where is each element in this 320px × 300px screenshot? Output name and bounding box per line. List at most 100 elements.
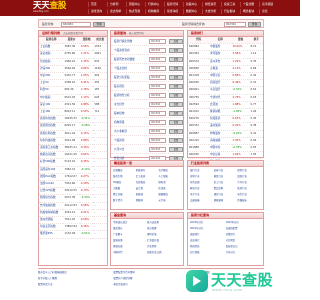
- link-item[interactable]: 数字货币: [113, 198, 136, 204]
- table-row[interactable]: 600887 伊利股份 -0.22% 0.41: [188, 130, 263, 138]
- index-name-link[interactable]: 新加坡海峡指数: [39, 209, 64, 218]
- table-cell[interactable]: 601888: [188, 144, 209, 153]
- link-item[interactable]: 传媒娱乐: [237, 198, 261, 204]
- table-row[interactable]: 601888 中国中免 -0.78% 0.83: [188, 144, 263, 153]
- index-name-link[interactable]: 科创50: [39, 86, 64, 95]
- search-button[interactable]: 查询: [93, 21, 105, 27]
- query-input[interactable]: 002304: [149, 57, 166, 62]
- quote-search-input[interactable]: 002304: [224, 21, 246, 27]
- table-cell[interactable]: 300750: [188, 94, 209, 102]
- query-input[interactable]: 002304: [149, 129, 166, 134]
- index-name-link[interactable]: 中证500: [39, 72, 64, 81]
- index-name-link[interactable]: 台湾加权指数: [39, 202, 64, 210]
- nav-item[interactable]: 热点专题: [126, 9, 145, 14]
- index-name-link[interactable]: 沪深300: [39, 65, 64, 74]
- query-input[interactable]: 002304: [149, 120, 166, 125]
- site-logo[interactable]: 天天查股 www.ttcg.com: [33, 2, 79, 14]
- nav-item[interactable]: 分析师: [107, 2, 126, 7]
- query-button[interactable]: 查看: [169, 84, 183, 89]
- nav-item[interactable]: 龙虎榜单: [107, 9, 126, 14]
- nav-item[interactable]: 数据中心: [183, 9, 202, 14]
- table-row[interactable]: 印度孟买指数 73852.94 0.36% -: [39, 223, 107, 232]
- table-row[interactable]: 纳斯达克指数 16011.25 0.62% -: [39, 151, 107, 160]
- table-cell[interactable]: 000333: [188, 122, 209, 131]
- stock-name-link[interactable]: 贵州茅台: [209, 58, 232, 66]
- query-button[interactable]: 查看: [169, 138, 183, 143]
- table-row[interactable]: 恒生科技指数 3912.08 0.88% -: [39, 137, 107, 146]
- query-input[interactable]: 002304: [149, 102, 166, 107]
- table-row[interactable]: 俄罗斯RTS 1132.48 -0.51% -: [39, 230, 107, 239]
- nav-item[interactable]: 股票行情: [164, 2, 183, 7]
- table-row[interactable]: 台湾加权指数 20112.63 0.58% -: [39, 202, 107, 210]
- link-item[interactable]: 建筑建材: [214, 198, 238, 204]
- stock-name-link[interactable]: 平安银行: [209, 86, 232, 95]
- stock-name-link[interactable]: 隆基绿能: [209, 108, 232, 117]
- query-input[interactable]: 002304: [149, 147, 166, 152]
- index-name-link[interactable]: 澳洲普通股: [39, 216, 64, 225]
- table-cell[interactable]: 002304: [188, 50, 209, 59]
- table-cell[interactable]: 600276: [188, 115, 209, 124]
- index-name-link[interactable]: 深证成指: [39, 50, 64, 59]
- nav-item[interactable]: 首页: [88, 2, 107, 7]
- table-row[interactable]: 上证50 2398.42 0.41% 455: [39, 79, 107, 88]
- query-button[interactable]: 查看: [169, 102, 183, 107]
- index-name-link[interactable]: 法国CAC40: [39, 180, 64, 189]
- table-row[interactable]: 000858 五粮液 2.13% 0.68: [188, 65, 263, 74]
- query-input[interactable]: 002304: [149, 66, 166, 71]
- table-row[interactable]: 中小板指 6512.03 1.12% 603: [39, 94, 107, 102]
- query-button[interactable]: 查看: [169, 129, 183, 134]
- index-name-link[interactable]: 英国富时100: [39, 166, 64, 174]
- link-item[interactable]: 招商中证白酒: [147, 250, 181, 256]
- link-item[interactable]: 元宇宙: [158, 198, 181, 204]
- nav-item[interactable]: 个股诊断: [240, 2, 259, 7]
- query-input[interactable]: 002304: [149, 138, 166, 143]
- table-row[interactable]: 002304 洋河股份 3.56% 1.12: [188, 50, 263, 59]
- nav-item[interactable]: 高手频道: [259, 2, 278, 7]
- index-name-link[interactable]: 日经225指数: [39, 187, 64, 196]
- table-cell[interactable]: 000858: [188, 65, 209, 74]
- query-input[interactable]: 002304: [149, 48, 166, 53]
- table-cell[interactable]: 002415: [188, 137, 209, 146]
- stock-name-link[interactable]: 中国平安: [209, 72, 232, 81]
- index-name-link[interactable]: 香港国企指数: [39, 122, 64, 131]
- index-name-link[interactable]: 上证指数: [39, 43, 64, 52]
- table-row[interactable]: 上证指数 3087.36 0.56% 1532: [39, 43, 107, 52]
- index-name-link[interactable]: 德国DAX指数: [39, 173, 64, 182]
- index-name-link[interactable]: 深证100: [39, 101, 64, 110]
- table-row[interactable]: 600519 贵州茅台 1.24% 0.35: [188, 58, 263, 66]
- stock-name-link[interactable]: 五粮液: [209, 65, 232, 74]
- table-row[interactable]: 日经225指数 39210.55 0.73% -: [39, 187, 107, 196]
- table-row[interactable]: 002594 比亚迪 1.88% 0.77: [188, 101, 263, 110]
- table-row[interactable]: 600084 中葡股份 10.02% 8.21: [188, 43, 263, 52]
- index-name-link[interactable]: 印度孟买指数: [39, 223, 64, 232]
- index-name-link[interactable]: 香港红筹指数: [39, 130, 64, 138]
- nav-item[interactable]: 资金流向: [88, 9, 107, 14]
- table-cell[interactable]: 600519: [188, 58, 209, 66]
- nav-item[interactable]: 新股中心: [183, 2, 202, 7]
- table-cell[interactable]: 600036: [188, 79, 209, 88]
- index-name-link[interactable]: 俄罗斯RTS: [39, 230, 64, 239]
- stock-name-link[interactable]: 海康威视: [209, 137, 232, 146]
- nav-item[interactable]: 行业板块: [221, 9, 240, 14]
- table-row[interactable]: 深证100 4321.56 0.98% 588: [39, 101, 107, 110]
- table-row[interactable]: 上证180 8023.11 0.52% 712: [39, 108, 107, 117]
- query-button[interactable]: 查看: [169, 75, 183, 80]
- query-button[interactable]: 查看: [169, 111, 183, 116]
- table-row[interactable]: 002415 海康威视 1.35% 0.56: [188, 137, 263, 146]
- stock-name-link[interactable]: 洋河股份: [209, 50, 232, 59]
- nav-item[interactable]: 研报中心: [126, 2, 145, 7]
- link-item[interactable]: 交通运输: [190, 198, 214, 204]
- table-row[interactable]: 新加坡海峡指数 3254.12 0.21% -: [39, 209, 107, 218]
- table-row[interactable]: 600276 恒瑞医药 0.67% 0.45: [188, 115, 263, 124]
- index-name-link[interactable]: 创业板指: [39, 58, 64, 66]
- table-row[interactable]: 创业板指 1982.22 1.45% 832: [39, 58, 107, 66]
- table-cell[interactable]: 601012: [188, 108, 209, 117]
- nav-item[interactable]: 概念板块: [240, 9, 259, 14]
- query-input[interactable]: 002304: [149, 111, 166, 116]
- link-item[interactable]: 分红到账: [190, 250, 226, 256]
- query-button[interactable]: 查看: [169, 66, 183, 71]
- table-row[interactable]: 600030 中信证券 1.62% 1.05: [188, 151, 263, 160]
- table-row[interactable]: 韩国综合指数 2672.38 -0.43% -: [39, 194, 107, 203]
- stock-name-link[interactable]: 中国中免: [209, 144, 232, 153]
- footer-link[interactable]: 基金定投技巧: [113, 282, 188, 288]
